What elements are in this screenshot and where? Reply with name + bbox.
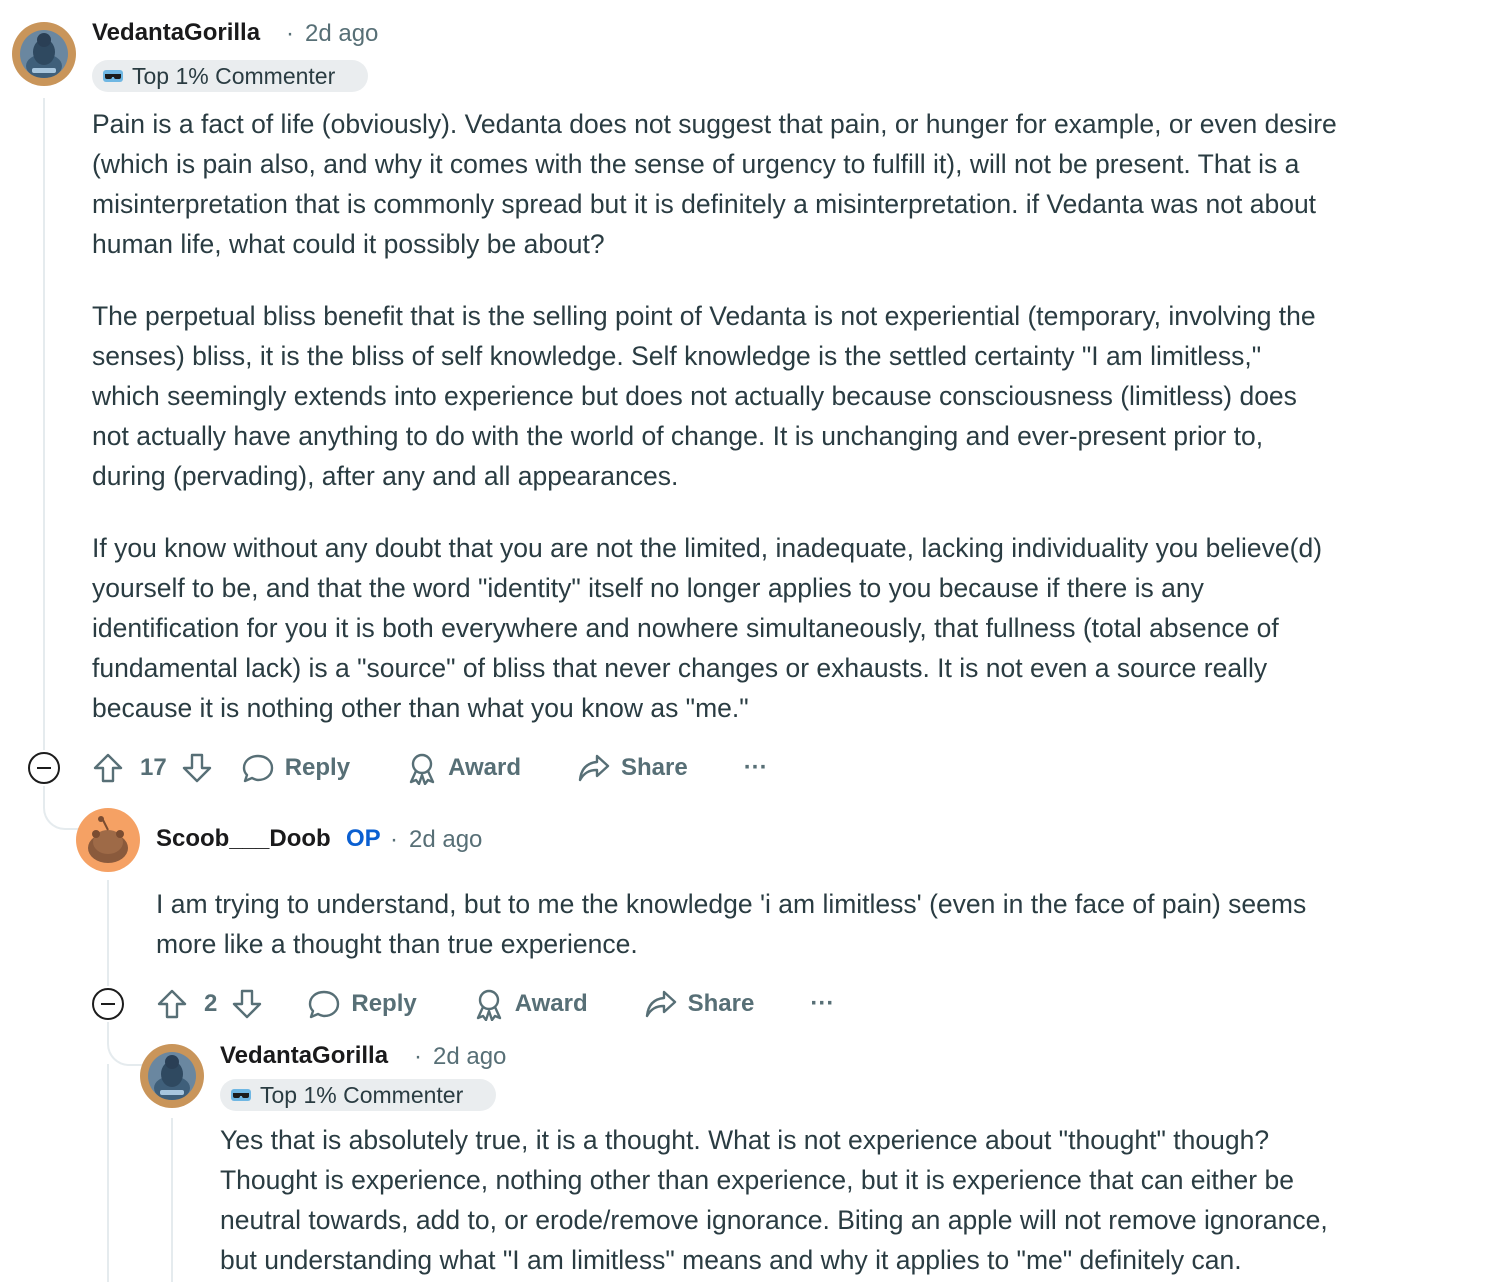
share-button[interactable]: Share [644, 988, 754, 1020]
comment-icon [242, 754, 273, 783]
avatar[interactable] [140, 1044, 204, 1108]
comment-author[interactable]: VedantaGorilla [220, 1042, 388, 1070]
comment-paragraph: If you know without any doubt that you a… [92, 533, 1323, 723]
comment-paragraph: The perpetual bliss benefit that is the … [92, 301, 1316, 491]
comment-author[interactable]: VedantaGorilla [92, 19, 260, 47]
share-icon [578, 754, 610, 782]
collapse-thread-button[interactable] [92, 988, 124, 1020]
user-flair-badge: Top 1% Commenter [92, 60, 368, 92]
vote-count: 17 [140, 754, 167, 781]
sunglasses-icon [103, 70, 123, 82]
thread-connector [107, 1022, 143, 1066]
thread-connector [43, 786, 79, 830]
gorilla-avatar [12, 22, 76, 86]
downvote-button[interactable] [231, 988, 263, 1020]
reply-button[interactable]: Reply [241, 752, 350, 784]
reply-button[interactable]: Reply [307, 988, 417, 1020]
comment-paragraph: Yes that is absolutely true, it is a tho… [220, 1125, 1328, 1275]
comment-timestamp[interactable]: 2d ago [409, 826, 482, 854]
gorilla-avatar [140, 1044, 204, 1108]
comment-body: I am trying to understand, but to me the… [156, 884, 1306, 964]
avatar[interactable] [76, 808, 140, 872]
comment-body: Pain is a fact of life (obviously). Veda… [92, 104, 1337, 728]
award-button[interactable]: Award [473, 987, 588, 1021]
comment-timestamp[interactable]: 2d ago [433, 1043, 506, 1071]
snoo-avatar [76, 808, 140, 872]
upvote-icon [157, 989, 187, 1019]
more-options-button[interactable]: ··· [744, 754, 768, 782]
separator-dot: · [414, 1043, 422, 1070]
upvote-button[interactable] [92, 752, 124, 784]
comment-actions: 17 Reply Award Share ··· [92, 748, 768, 788]
avatar[interactable] [12, 22, 76, 86]
upvote-button[interactable] [156, 988, 188, 1020]
comment-paragraph: I am trying to understand, but to me the… [156, 889, 1307, 959]
thread-line [107, 880, 109, 986]
comment-timestamp[interactable]: 2d ago [305, 20, 378, 48]
separator-dot: · [286, 20, 294, 47]
thread-line [43, 98, 45, 750]
comment-body: Yes that is absolutely true, it is a tho… [220, 1120, 1328, 1280]
downvote-icon [182, 753, 211, 783]
separator-dot: · [390, 826, 398, 853]
award-button[interactable]: Award [406, 751, 521, 785]
share-button[interactable]: Share [577, 752, 688, 784]
share-icon [645, 990, 676, 1018]
collapse-thread-button[interactable] [28, 752, 60, 784]
sunglasses-icon [231, 1089, 251, 1101]
thread-line [107, 1064, 109, 1282]
award-icon [476, 989, 501, 1021]
user-flair-badge: Top 1% Commenter [220, 1079, 496, 1111]
award-icon [409, 753, 435, 785]
comment-actions: 2 Reply Award Share ··· [156, 984, 834, 1024]
op-label: OP [346, 825, 381, 852]
comment-author[interactable]: Scoob___Doob [156, 825, 331, 853]
comment-icon [309, 990, 340, 1019]
badge-label: Top 1% Commenter [132, 62, 336, 89]
vote-count: 2 [204, 990, 218, 1017]
downvote-button[interactable] [181, 752, 213, 784]
upvote-icon [93, 753, 123, 783]
thread-line [171, 1118, 173, 1282]
badge-label: Top 1% Commenter [260, 1081, 464, 1108]
more-options-button[interactable]: ··· [810, 990, 834, 1018]
comment-paragraph: Pain is a fact of life (obviously). Veda… [92, 109, 1337, 259]
downvote-icon [233, 989, 262, 1019]
